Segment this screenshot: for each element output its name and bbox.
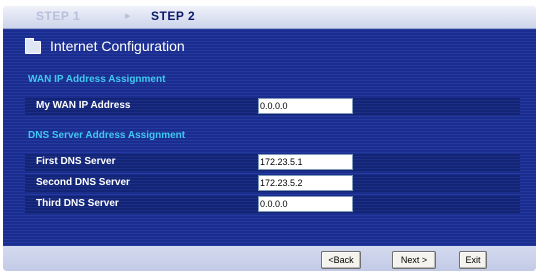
step-1-label: STEP 1 bbox=[36, 9, 81, 23]
second-dns-input[interactable] bbox=[258, 175, 353, 191]
step-arrow-icon: ▸ bbox=[125, 10, 131, 22]
page-title: Internet Configuration bbox=[50, 38, 185, 54]
wan-ip-label: My WAN IP Address bbox=[36, 100, 131, 111]
config-panel: Internet Configuration WAN IP Address As… bbox=[3, 29, 536, 246]
wan-section-title: WAN IP Address Assignment bbox=[28, 74, 166, 85]
exit-button[interactable]: Exit bbox=[459, 251, 487, 269]
first-dns-input[interactable] bbox=[258, 154, 353, 170]
first-dns-label: First DNS Server bbox=[36, 156, 116, 167]
third-dns-input[interactable] bbox=[258, 196, 353, 212]
wizard-frame: STEP 1 ▸ STEP 2 Internet Configuration W… bbox=[3, 6, 536, 271]
folder-icon bbox=[25, 38, 41, 54]
step-2-label: STEP 2 bbox=[151, 9, 196, 23]
wan-ip-input[interactable] bbox=[258, 98, 353, 114]
back-button[interactable]: <Back bbox=[321, 251, 361, 269]
wan-ip-row: My WAN IP Address bbox=[25, 98, 520, 116]
step-bar: STEP 1 ▸ STEP 2 bbox=[3, 6, 536, 29]
next-button[interactable]: Next > bbox=[392, 251, 436, 269]
dns-section-title: DNS Server Address Assignment bbox=[28, 130, 186, 141]
first-dns-row: First DNS Server bbox=[25, 154, 520, 172]
third-dns-row: Third DNS Server bbox=[25, 196, 520, 214]
second-dns-label: Second DNS Server bbox=[36, 177, 130, 188]
wizard-footer: <Back Next > Exit bbox=[3, 246, 536, 271]
second-dns-row: Second DNS Server bbox=[25, 175, 520, 193]
third-dns-label: Third DNS Server bbox=[36, 198, 119, 209]
